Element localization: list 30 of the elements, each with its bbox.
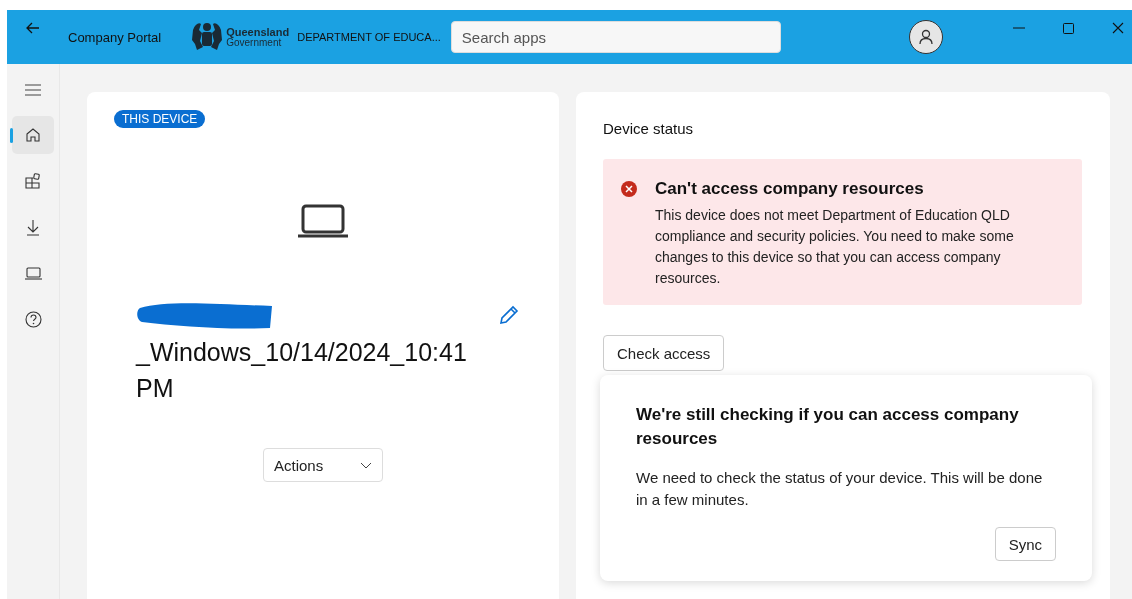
person-icon: [919, 29, 933, 45]
sync-button[interactable]: Sync: [994, 527, 1056, 561]
chevron-down-icon: [360, 461, 372, 469]
device-badge: THIS DEVICE: [114, 110, 206, 128]
error-icon: [621, 181, 637, 197]
check-access-button[interactable]: Check access: [603, 335, 725, 371]
laptop-icon: [298, 204, 348, 238]
help-icon: [24, 310, 42, 328]
search-field[interactable]: Search apps: [450, 21, 781, 53]
org-subtitle: Government: [226, 37, 282, 48]
alert-message: This device does not meet Department of Education QLD compliance and security policies. You need to make some changes to this device so that you can access company resources.: [655, 206, 1015, 288]
download-icon: [26, 218, 40, 236]
popup-title: We're still checking if you can access company resources: [636, 404, 1020, 450]
close-icon[interactable]: [1112, 22, 1124, 34]
alert-title: Can't access company resources: [655, 179, 925, 199]
laptop-icon: [24, 266, 42, 280]
pencil-icon[interactable]: [498, 304, 520, 326]
device-name: _Windows_10/14/2024_10:41 PM: [136, 338, 467, 402]
popup-message: We need to check the status of your device. This will be done in a few minutes.: [636, 468, 1044, 510]
avatar-button[interactable]: [909, 20, 943, 54]
department-name: DEPARTMENT OF EDUCA...: [297, 31, 441, 43]
home-icon: [25, 127, 41, 143]
maximize-icon[interactable]: [1063, 22, 1074, 34]
window-title: Company Portal: [68, 29, 162, 45]
apps-icon: [25, 173, 41, 189]
home-nav-item[interactable]: [12, 116, 54, 154]
org-name: Queensland: [226, 26, 290, 38]
section-title: Device status: [603, 120, 695, 137]
back-icon[interactable]: [26, 22, 40, 34]
actions-dropdown[interactable]: Actions: [263, 448, 383, 482]
